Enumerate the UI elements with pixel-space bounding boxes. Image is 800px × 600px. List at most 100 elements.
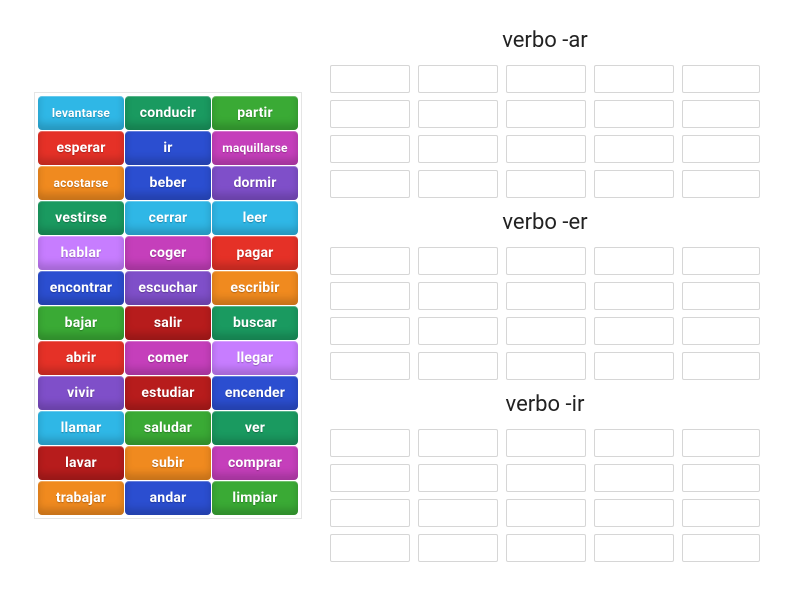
drop-slot[interactable] <box>418 100 498 128</box>
drop-slot[interactable] <box>418 247 498 275</box>
verb-tile-cerrar[interactable]: cerrar <box>125 201 211 235</box>
drop-grid <box>330 429 760 562</box>
verb-tile-maquillarse[interactable]: maquillarse <box>212 131 298 165</box>
drop-slot[interactable] <box>330 317 410 345</box>
drop-slot[interactable] <box>418 429 498 457</box>
drop-slot[interactable] <box>682 534 760 562</box>
verb-tile-escuchar[interactable]: escuchar <box>125 271 211 305</box>
drop-slot[interactable] <box>682 282 760 310</box>
drop-slot[interactable] <box>682 429 760 457</box>
drop-slot[interactable] <box>506 135 586 163</box>
drop-slot[interactable] <box>418 464 498 492</box>
verb-tile-pagar[interactable]: pagar <box>212 236 298 270</box>
drop-slot[interactable] <box>330 352 410 380</box>
verb-tile-dormir[interactable]: dormir <box>212 166 298 200</box>
drop-slot[interactable] <box>418 170 498 198</box>
drop-slot[interactable] <box>330 282 410 310</box>
drop-slot[interactable] <box>682 135 760 163</box>
verb-tile-llamar[interactable]: llamar <box>38 411 124 445</box>
drop-slot[interactable] <box>682 499 760 527</box>
verb-tile-beber[interactable]: beber <box>125 166 211 200</box>
drop-slot[interactable] <box>594 534 674 562</box>
verb-tile-abrir[interactable]: abrir <box>38 341 124 375</box>
drop-slot[interactable] <box>682 247 760 275</box>
drop-slot[interactable] <box>330 429 410 457</box>
verb-tile-partir[interactable]: partir <box>212 96 298 130</box>
drop-slot[interactable] <box>594 499 674 527</box>
verb-tile-escribir[interactable]: escribir <box>212 271 298 305</box>
drop-slot[interactable] <box>330 65 410 93</box>
drop-slot[interactable] <box>594 429 674 457</box>
drop-slot[interactable] <box>682 317 760 345</box>
drop-slot[interactable] <box>506 534 586 562</box>
verb-tile-leer[interactable]: leer <box>212 201 298 235</box>
drop-slot[interactable] <box>330 534 410 562</box>
drop-slot[interactable] <box>682 464 760 492</box>
drop-slot[interactable] <box>682 65 760 93</box>
verb-tile-vivir[interactable]: vivir <box>38 376 124 410</box>
verb-tile-comer[interactable]: comer <box>125 341 211 375</box>
verb-tile-hablar[interactable]: hablar <box>38 236 124 270</box>
verb-tile-conducir[interactable]: conducir <box>125 96 211 130</box>
drop-slot[interactable] <box>682 352 760 380</box>
drop-slot[interactable] <box>330 247 410 275</box>
drop-slot[interactable] <box>594 135 674 163</box>
drop-slot[interactable] <box>594 100 674 128</box>
drop-slot[interactable] <box>594 170 674 198</box>
verb-tile-encontrar[interactable]: encontrar <box>38 271 124 305</box>
drop-slot[interactable] <box>506 247 586 275</box>
drop-slot[interactable] <box>506 499 586 527</box>
drop-slot[interactable] <box>506 170 586 198</box>
drop-slot[interactable] <box>594 282 674 310</box>
verb-tile-esperar[interactable]: esperar <box>38 131 124 165</box>
drop-slot[interactable] <box>594 247 674 275</box>
drop-slot[interactable] <box>418 282 498 310</box>
verb-tile-buscar[interactable]: buscar <box>212 306 298 340</box>
drop-slot[interactable] <box>506 352 586 380</box>
drop-slot[interactable] <box>330 464 410 492</box>
drop-slot[interactable] <box>330 170 410 198</box>
verb-tile-vestirse[interactable]: vestirse <box>38 201 124 235</box>
verb-tile-ver[interactable]: ver <box>212 411 298 445</box>
drop-slot[interactable] <box>418 65 498 93</box>
drop-slot[interactable] <box>330 100 410 128</box>
drop-slot[interactable] <box>418 135 498 163</box>
drop-slot[interactable] <box>330 135 410 163</box>
verb-tile-coger[interactable]: coger <box>125 236 211 270</box>
verb-tile-llegar[interactable]: llegar <box>212 341 298 375</box>
drop-grid <box>330 247 760 380</box>
verb-tile-salir[interactable]: salir <box>125 306 211 340</box>
verb-tile-comprar[interactable]: comprar <box>212 446 298 480</box>
drop-slot[interactable] <box>594 352 674 380</box>
verb-tile-levantarse[interactable]: levantarse <box>38 96 124 130</box>
drop-slot[interactable] <box>682 170 760 198</box>
drop-slot[interactable] <box>506 429 586 457</box>
drop-slot[interactable] <box>594 317 674 345</box>
drop-slot[interactable] <box>506 464 586 492</box>
verb-tile-estudiar[interactable]: estudiar <box>125 376 211 410</box>
drop-slot[interactable] <box>418 534 498 562</box>
drop-slot[interactable] <box>506 100 586 128</box>
drop-slot[interactable] <box>682 100 760 128</box>
drop-slot[interactable] <box>594 464 674 492</box>
verb-tile-ir[interactable]: ir <box>125 131 211 165</box>
verb-tile-acostarse[interactable]: acostarse <box>38 166 124 200</box>
verb-tile-subir[interactable]: subir <box>125 446 211 480</box>
drop-zones-panel: verbo -arverbo -erverbo -ir <box>302 0 800 600</box>
drop-slot[interactable] <box>418 317 498 345</box>
drop-slot[interactable] <box>594 65 674 93</box>
verb-tile-lavar[interactable]: lavar <box>38 446 124 480</box>
verb-tile-bajar[interactable]: bajar <box>38 306 124 340</box>
drop-slot[interactable] <box>506 282 586 310</box>
drop-slot[interactable] <box>418 499 498 527</box>
source-tile-grid: levantarseconducirpartir esperarirmaquill… <box>34 92 302 519</box>
drop-slot[interactable] <box>506 317 586 345</box>
verb-tile-encender[interactable]: encender <box>212 376 298 410</box>
verb-tile-trabajar[interactable]: trabajar <box>38 481 124 515</box>
drop-slot[interactable] <box>418 352 498 380</box>
verb-tile-limpiar[interactable]: limpiar <box>212 481 298 515</box>
verb-tile-saludar[interactable]: saludar <box>125 411 211 445</box>
drop-slot[interactable] <box>330 499 410 527</box>
verb-tile-andar[interactable]: andar <box>125 481 211 515</box>
drop-slot[interactable] <box>506 65 586 93</box>
